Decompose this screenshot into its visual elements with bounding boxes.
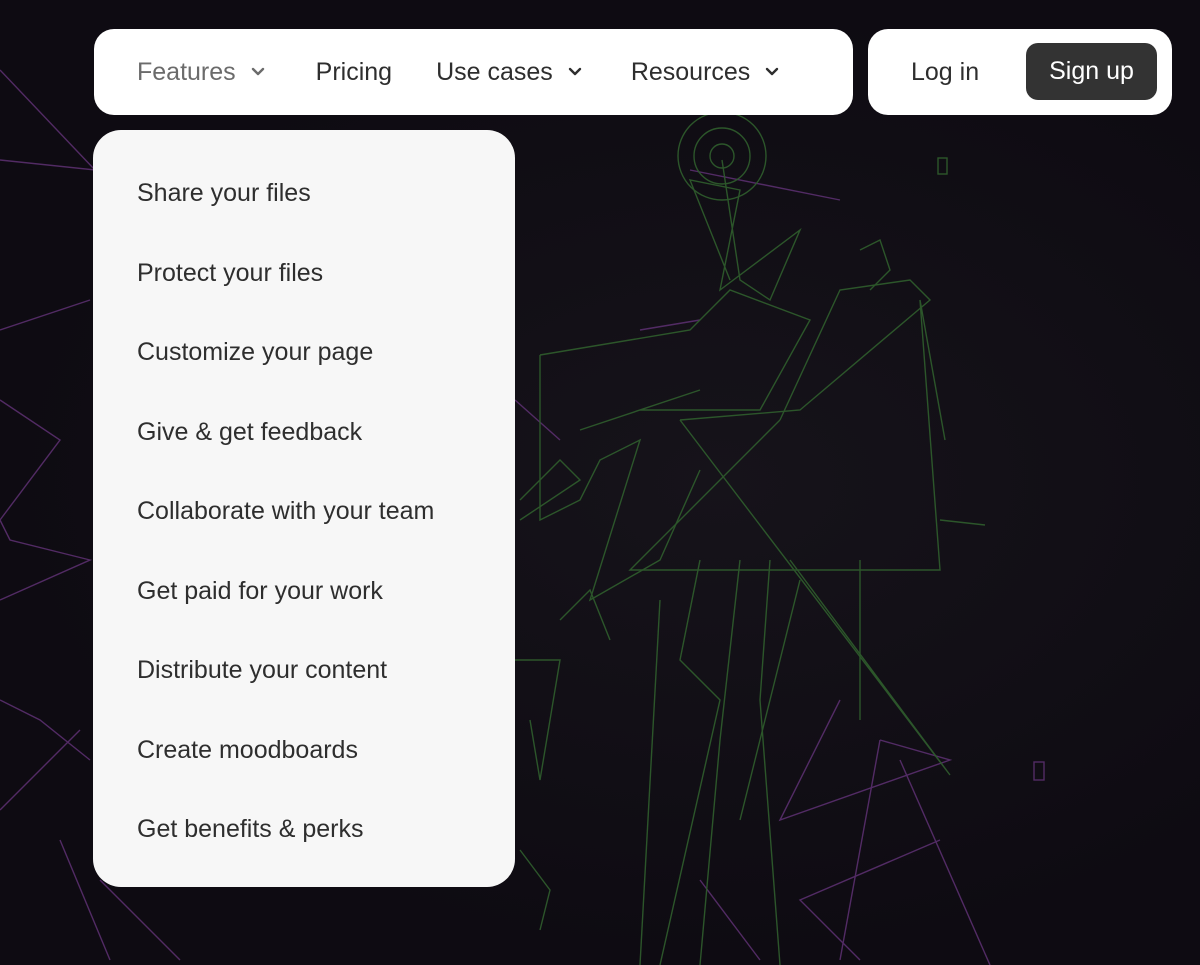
menu-item-benefits[interactable]: Get benefits & perks [93, 809, 515, 889]
menu-item-customize-page[interactable]: Customize your page [93, 332, 515, 412]
menu-item-moodboards[interactable]: Create moodboards [93, 730, 515, 810]
features-dropdown-menu: Share your files Protect your files Cust… [93, 130, 515, 887]
menu-item-feedback[interactable]: Give & get feedback [93, 412, 515, 492]
chevron-down-icon [568, 67, 582, 76]
nav-resources-label: Resources [630, 57, 751, 86]
main-navigation: Features Pricing Use cases Resources [94, 29, 853, 115]
nav-resources[interactable]: Resources [631, 58, 783, 87]
chevron-down-icon [251, 67, 264, 76]
page-background: Features Pricing Use cases Resources Log… [0, 0, 1200, 965]
nav-use-cases[interactable]: Use cases [436, 58, 585, 87]
nav-use-cases-label: Use cases [436, 57, 553, 86]
nav-features-label: Features [137, 57, 236, 86]
signup-button[interactable]: Sign up [1026, 43, 1157, 100]
menu-item-distribute[interactable]: Distribute your content [93, 650, 515, 730]
nav-features[interactable]: Features [137, 58, 268, 87]
menu-item-protect-files[interactable]: Protect your files [93, 253, 515, 333]
chevron-down-icon [766, 67, 779, 76]
nav-pricing[interactable]: Pricing [316, 58, 392, 87]
login-link[interactable]: Log in [911, 29, 979, 115]
nav-pricing-label: Pricing [315, 57, 393, 86]
menu-item-collaborate[interactable]: Collaborate with your team [93, 491, 515, 571]
menu-item-get-paid[interactable]: Get paid for your work [93, 571, 515, 651]
auth-actions: Log in Sign up [868, 29, 1172, 115]
menu-item-share-files[interactable]: Share your files [93, 173, 515, 253]
